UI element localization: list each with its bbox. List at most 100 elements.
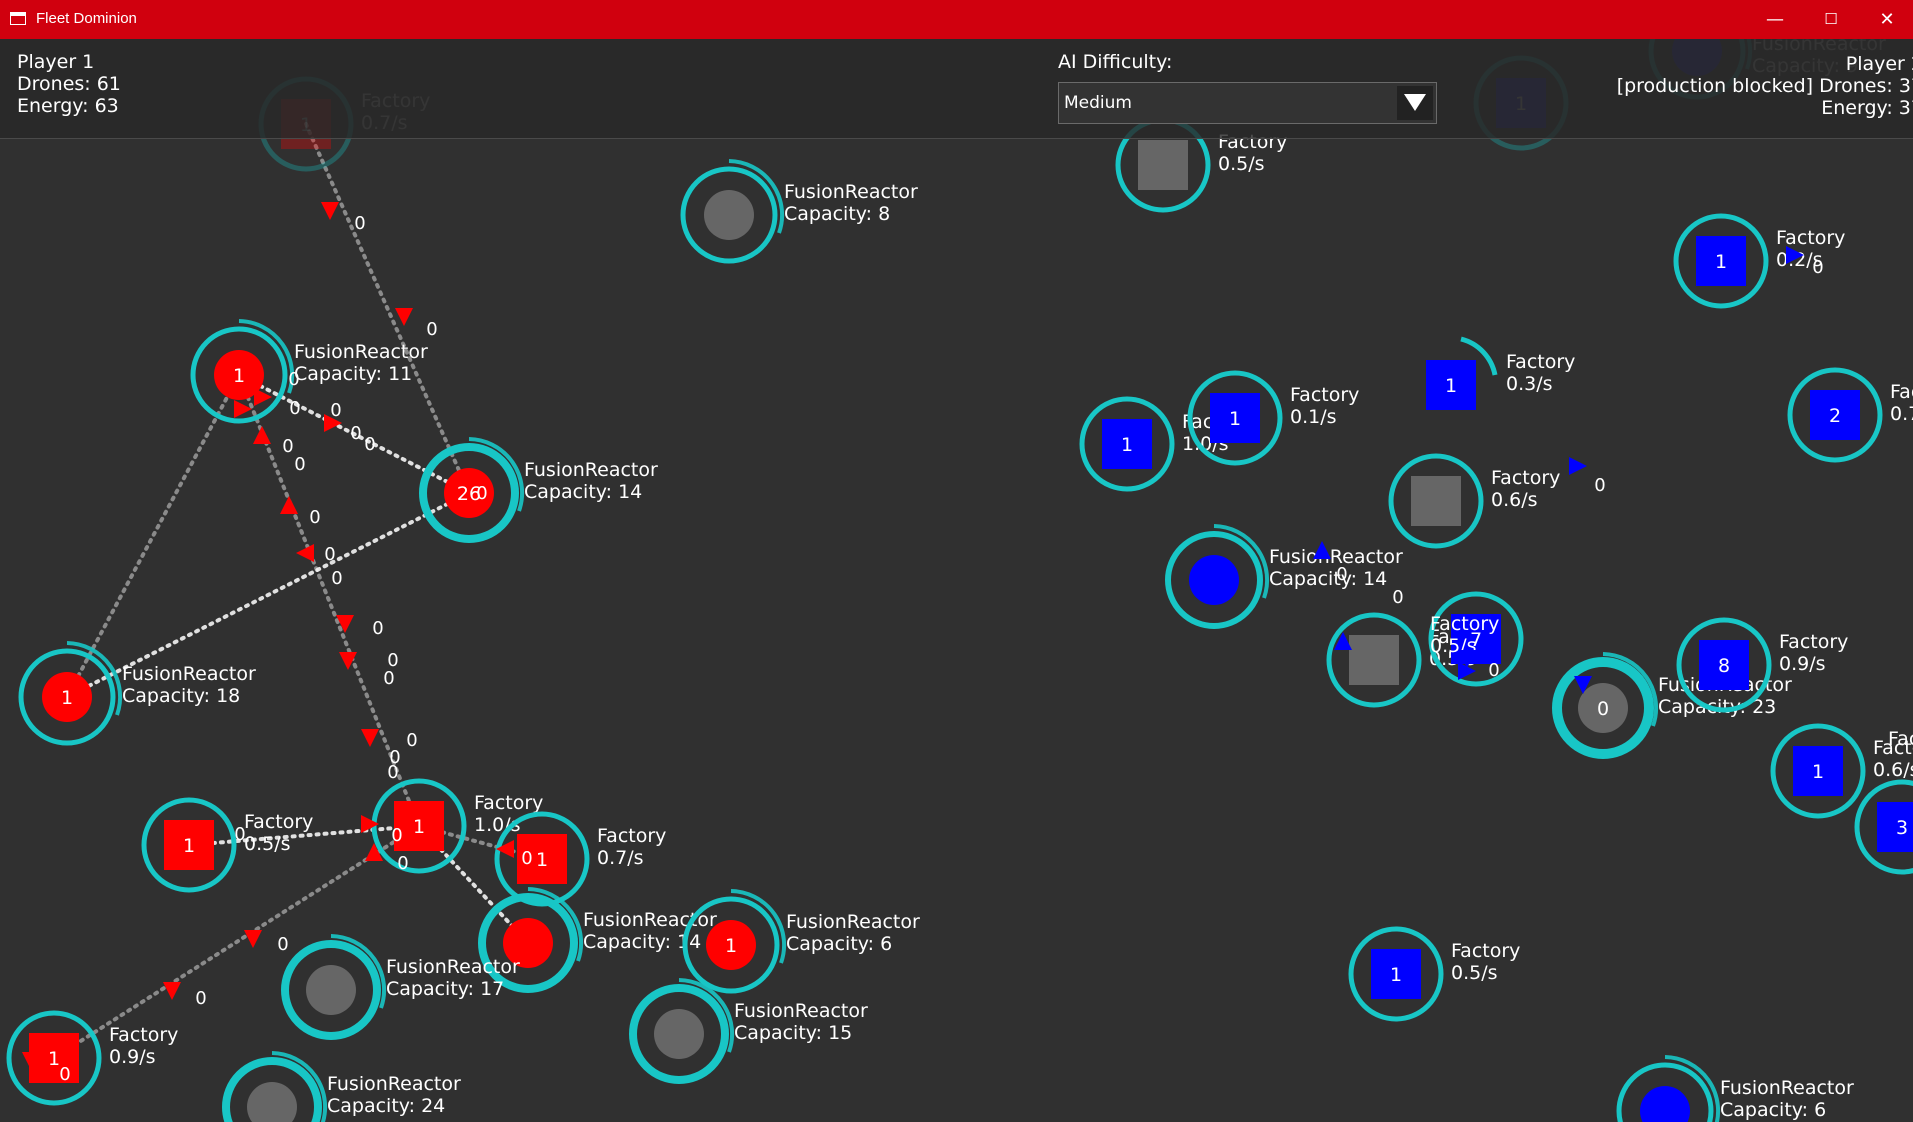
drone-arrow <box>336 615 354 633</box>
factory-square <box>1349 635 1399 685</box>
hud-bar: Player 1 Drones: 61 Energy: 63 AI Diffic… <box>0 39 1913 139</box>
route-drone-counter: 0 <box>331 568 342 589</box>
node-type-label: FusionReactor <box>386 956 520 978</box>
drone-arrow <box>280 496 298 514</box>
node-drone-count: 3 <box>1896 817 1908 839</box>
reactor-node-r11[interactable]: 0FusionReactorCapacity: 23 <box>1552 652 1792 759</box>
node-drone-count: 1 <box>61 687 73 709</box>
drone-arrow <box>395 308 413 326</box>
node-stat-label: Capacity: 15 <box>734 1022 852 1044</box>
node-type-label: FusionReactor <box>786 911 920 933</box>
node-type-label: FusionReactor <box>734 1000 868 1022</box>
dropdown-arrow-button[interactable] <box>1397 86 1433 120</box>
player1-drones: Drones: 61 <box>17 73 121 95</box>
close-icon: ✕ <box>1879 9 1895 30</box>
node-drone-count: 8 <box>1718 655 1730 677</box>
drone-arrow <box>361 729 379 747</box>
player2-panel: Player 2 [production blocked] Drones: 37… <box>1617 53 1913 119</box>
node-drone-count: 1 <box>1390 964 1402 986</box>
player2-status: [production blocked] Drones: 37 <box>1616 75 1913 97</box>
maximize-icon: ☐ <box>1824 10 1838 28</box>
node-type-label: FusionReactor <box>327 1073 461 1095</box>
node-stat-label: Capacity: 6 <box>786 933 892 955</box>
reactor-node-r3[interactable]: 1 FusionReactorCapacity: 18 <box>18 641 256 746</box>
node-stat-label: Capacity: 14 <box>1269 568 1387 590</box>
reactor-node-r9[interactable]: FusionReactorCapacity: 24 <box>222 1051 461 1122</box>
reactor-node-r1[interactable]: 1 FusionReactorCapacity: 11 <box>190 319 428 424</box>
route-drone-counter: 0 <box>289 398 300 419</box>
drone-arrow <box>321 202 339 220</box>
factory-node-f14[interactable]: 7Factory0.5/s <box>1428 591 1524 687</box>
node-stat-label: Capacity: 17 <box>386 978 504 1000</box>
node-drone-count: 1 <box>1812 761 1824 783</box>
factory-node-f18[interactable]: 1 Factory0.5/s <box>1348 926 1520 1022</box>
route-drone-counter: 0 <box>195 988 206 1009</box>
game-board[interactable]: 1FusionReactorCapacity: 1126FusionReacto… <box>0 39 1913 1122</box>
route-drone-counter: 0 <box>387 762 398 783</box>
close-button[interactable]: ✕ <box>1859 0 1913 39</box>
drone-arrow <box>244 930 262 948</box>
drone-arrow <box>163 982 181 1000</box>
node-stat-label: Capacity: 11 <box>294 363 412 385</box>
route-drone-counter: 0 <box>59 1064 70 1085</box>
route-drone-counter: 0 <box>1336 564 1347 585</box>
node-stat-label: 0.5/s <box>244 833 291 855</box>
node-stat-label: 0.6/s <box>1491 489 1538 511</box>
node-type-label: Factory <box>1779 631 1848 653</box>
route-drone-counter: 0 <box>282 436 293 457</box>
reactor-core <box>306 965 356 1015</box>
node-drone-count: 1 <box>233 365 245 387</box>
reactor-core <box>1640 1086 1690 1122</box>
factory-node-f12[interactable]: 2 Factory0.7/s <box>1787 367 1913 463</box>
route-drone-counter: 0 <box>330 400 341 421</box>
node-type-label: Factory <box>1888 728 1913 750</box>
window-title: Fleet Dominion <box>36 10 137 27</box>
route-drone-counter: 0 <box>277 934 288 955</box>
ai-difficulty-select[interactable]: Medium <box>1058 82 1437 124</box>
route-drone-counter: 0 <box>521 848 532 869</box>
factory-node-f10[interactable]: Factory0.6/s <box>1388 453 1560 549</box>
node-stat-label: 0.1/s <box>1290 406 1337 428</box>
route-drone-counter: 0 <box>294 454 305 475</box>
minimize-button[interactable]: — <box>1747 0 1803 39</box>
game-viewport[interactable]: 1 FusionReactor Capacity: 11 26 FusionReacto… <box>0 39 1913 1122</box>
reactor-core <box>654 1009 704 1059</box>
player2-energy: Energy: 37 <box>1821 97 1913 119</box>
route-drone-counter: 0 <box>309 507 320 528</box>
reactor-node-r8[interactable]: FusionReactorCapacity: 15 <box>629 978 868 1084</box>
route-drone-counter: 0 <box>406 730 417 751</box>
reactor-node-r4[interactable]: FusionReactorCapacity: 8 <box>680 159 918 264</box>
player1-panel: Player 1 Drones: 61 Energy: 63 <box>17 51 121 117</box>
drone-layer: 0000000000000000000000000000000 <box>22 202 1824 1085</box>
reactor-core <box>247 1082 297 1122</box>
node-type-label: FusionReactor <box>294 341 428 363</box>
reactor-node-r12[interactable]: FusionReactorCapacity: 6 <box>1616 1055 1854 1122</box>
factory-node-f3[interactable]: 1 Factory0.5/s <box>141 797 313 893</box>
factory-node-f9[interactable]: 1 Factory0.3/s <box>1426 336 1575 410</box>
route-drone-counter: 0 <box>364 434 375 455</box>
route-drone-counter: 0 <box>350 423 361 444</box>
reactor-node-r10[interactable]: FusionReactorCapacity: 14 <box>1165 524 1403 629</box>
node-stat-label: 0.5/s <box>1218 153 1265 175</box>
player2-name: Player 2 <box>1845 53 1913 75</box>
drone-arrow <box>296 544 314 562</box>
ai-difficulty-value: Medium <box>1064 93 1132 113</box>
node-stat-label: Capacity: 8 <box>784 203 890 225</box>
ai-difficulty-label: AI Difficulty: <box>1058 51 1173 73</box>
reactor-core <box>1189 555 1239 605</box>
node-drone-count: 0 <box>1597 698 1609 720</box>
node-drone-count: 1 <box>725 935 737 957</box>
node-stat-label: Capacity: 18 <box>122 685 240 707</box>
node-stat-label: 0.6/s <box>1873 759 1913 781</box>
route-drone-counter: 0 <box>476 483 487 504</box>
factory-square <box>1138 140 1188 190</box>
reactor-node-r2[interactable]: 26FusionReactorCapacity: 14 <box>419 437 658 543</box>
route-drone-counter: 0 <box>426 319 437 340</box>
reactor-node-r6[interactable]: 1 FusionReactorCapacity: 6 <box>682 889 920 994</box>
node-drone-count: 1 <box>1715 251 1727 273</box>
node-drone-count: 1 <box>48 1048 60 1070</box>
node-type-label: Factory <box>109 1024 178 1046</box>
maximize-button[interactable]: ☐ <box>1803 0 1859 39</box>
route-drone-counter: 0 <box>354 213 365 234</box>
node-type-label: Factory <box>1290 384 1359 406</box>
